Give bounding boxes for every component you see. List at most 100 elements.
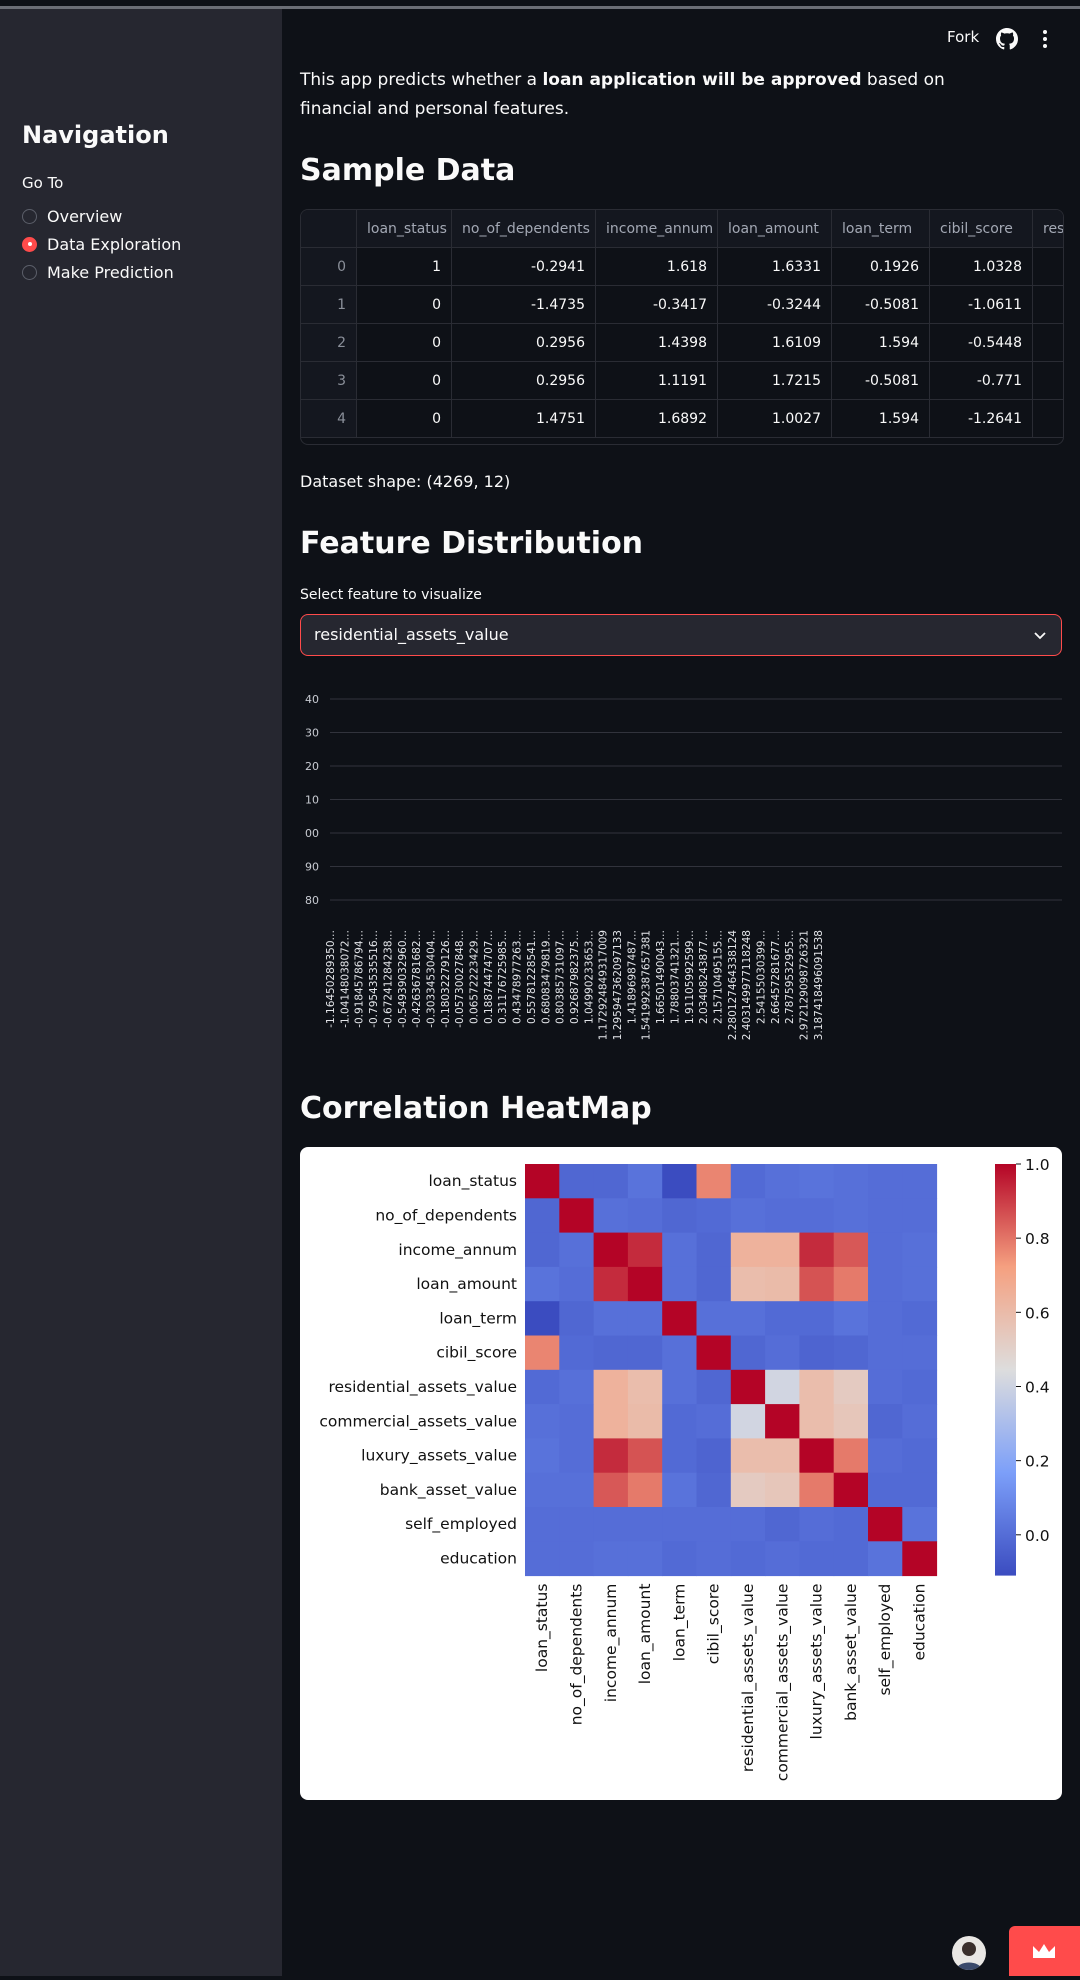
heatmap-cell	[833, 1266, 869, 1302]
heatmap-col-label: loan_term	[670, 1584, 689, 1662]
heatmap-card: loan_status loan_status no_of_dependents no…	[300, 1147, 1062, 1800]
feature-distribution-chart: 40 30 20 10 00 90 80 -1.16450289350… -1.04148038…	[305, 693, 1062, 1040]
heatmap-cell	[593, 1198, 629, 1234]
heatmap-cell	[696, 1335, 732, 1371]
x-tick-label: 2.40314997711824​8	[741, 930, 753, 1040]
y-tick-label: 10	[305, 794, 319, 807]
heatmap-cell	[799, 1472, 835, 1508]
x-tick-label: 0.55781228541…	[526, 930, 538, 1024]
sidebar: Navigation Go To Overview Data Explorati…	[0, 9, 282, 1976]
table-column-header[interactable]: residen	[1033, 210, 1063, 248]
heatmap-cell	[525, 1541, 560, 1577]
radio-circle-icon[interactable]	[22, 208, 37, 224]
heatmap-cell	[696, 1164, 732, 1199]
kebab-menu-icon[interactable]	[1036, 28, 1054, 50]
y-tick-label: 90	[305, 861, 319, 874]
heatmap-cell	[799, 1164, 835, 1199]
x-tick-label: -1.16450289350…	[325, 930, 337, 1028]
heatmap-row-label: luxury_assets_value	[361, 1447, 517, 1466]
heatmap-cell	[799, 1507, 835, 1542]
streamlit-badge-button[interactable]	[1009, 1926, 1080, 1976]
crown-icon	[1033, 1944, 1055, 1958]
heatmap-cell	[902, 1369, 938, 1405]
heatmap-cell	[525, 1507, 560, 1542]
heatmap-cell	[833, 1507, 869, 1542]
heatmap-cell	[868, 1404, 903, 1439]
heatmap-row-label: self_employed	[405, 1515, 517, 1534]
x-tick-label: 2.54155030399…	[756, 930, 768, 1024]
heatmap-cell	[627, 1507, 663, 1542]
radio-selected-icon[interactable]	[22, 236, 37, 252]
feature-distribution-heading: Feature Distribution	[300, 526, 644, 561]
heatmap-cell	[765, 1266, 800, 1302]
fork-button[interactable]: Fork	[947, 28, 979, 46]
heatmap-cell	[559, 1301, 595, 1336]
heatmap-cell	[559, 1438, 595, 1474]
radio-overview[interactable]: Overview	[22, 204, 122, 228]
heatmap-cell	[627, 1164, 663, 1199]
avatar[interactable]	[952, 1936, 986, 1970]
radio-circle-icon[interactable]	[22, 264, 37, 280]
heatmap-cell	[696, 1301, 732, 1336]
table-row-index: 1	[301, 286, 357, 324]
heatmap-cell	[662, 1198, 697, 1234]
radio-make-prediction[interactable]: Make Prediction	[22, 260, 174, 284]
heatmap-cell	[662, 1301, 697, 1336]
colorbar-tick-label: 0.6	[1025, 1304, 1050, 1322]
x-tick-label: -0.30334530404…	[425, 930, 437, 1028]
heatmap-cell	[765, 1438, 800, 1474]
heatmap-cell	[730, 1472, 766, 1508]
heatmap-cell	[627, 1266, 663, 1302]
heatmap-cell	[833, 1472, 869, 1508]
sample-data-table[interactable]: loan_status no_of_dependents income_annum l…	[300, 209, 1064, 445]
table-column-header[interactable]: loan_term	[832, 210, 930, 248]
radio-data-exploration[interactable]: Data Exploration	[22, 232, 181, 256]
table-cell: -0.2941	[452, 248, 596, 286]
heatmap-cell	[696, 1369, 732, 1405]
heatmap-cell	[730, 1266, 766, 1302]
intro-bold: loan application will be approved	[542, 70, 862, 90]
heatmap-cell	[765, 1164, 800, 1199]
github-icon[interactable]	[996, 28, 1018, 50]
heatmap-cell	[730, 1541, 766, 1577]
correlation-heatmap-heading: Correlation HeatMap	[300, 1091, 652, 1126]
table-cell: 0	[357, 286, 452, 324]
heatmap-cell	[696, 1472, 732, 1508]
x-tick-label: 0.43478977263…	[512, 930, 524, 1024]
table-column-header[interactable]: loan_status	[357, 210, 452, 248]
heatmap-cell	[730, 1164, 766, 1199]
feature-select[interactable]: residential_assets_value	[300, 614, 1062, 656]
heatmap-cell	[559, 1404, 595, 1439]
table-index-header[interactable]	[301, 210, 357, 248]
table-column-header[interactable]: loan_amount	[718, 210, 832, 248]
heatmap-cell	[525, 1335, 560, 1371]
heatmap-cell	[799, 1369, 835, 1405]
heatmap-cell	[627, 1369, 663, 1405]
heatmap-cell	[902, 1266, 938, 1302]
table-column-header[interactable]: income_annum	[596, 210, 718, 248]
heatmap-cell	[902, 1301, 938, 1336]
heatmap-cell	[593, 1369, 629, 1405]
table-column-header[interactable]: no_of_dependents	[452, 210, 596, 248]
chevron-down-icon	[1034, 632, 1046, 640]
heatmap-cell	[730, 1404, 766, 1439]
y-tick-label: 80	[305, 894, 319, 907]
radio-label: Make Prediction	[47, 262, 174, 282]
heatmap-cell	[730, 1232, 766, 1268]
table-cell: -1.2641	[930, 400, 1033, 438]
table-cell: 0	[357, 362, 452, 400]
heatmap-cell	[765, 1404, 800, 1439]
heatmap-cell	[525, 1301, 560, 1336]
heatmap-cell	[799, 1232, 835, 1268]
heatmap-cell	[833, 1541, 869, 1577]
heatmap-cell	[730, 1507, 766, 1542]
heatmap-cell	[799, 1335, 835, 1371]
table-column-header[interactable]: cibil_score	[930, 210, 1033, 248]
heatmap-cell	[799, 1301, 835, 1336]
heatmap-cell	[525, 1404, 560, 1439]
heatmap-cell	[593, 1164, 629, 1199]
table-cell: 0	[357, 400, 452, 438]
table-cell: 0.2956	[452, 362, 596, 400]
heatmap-row-label: bank_asset_value	[380, 1481, 517, 1500]
heatmap-row-label: income_annum	[398, 1241, 517, 1260]
